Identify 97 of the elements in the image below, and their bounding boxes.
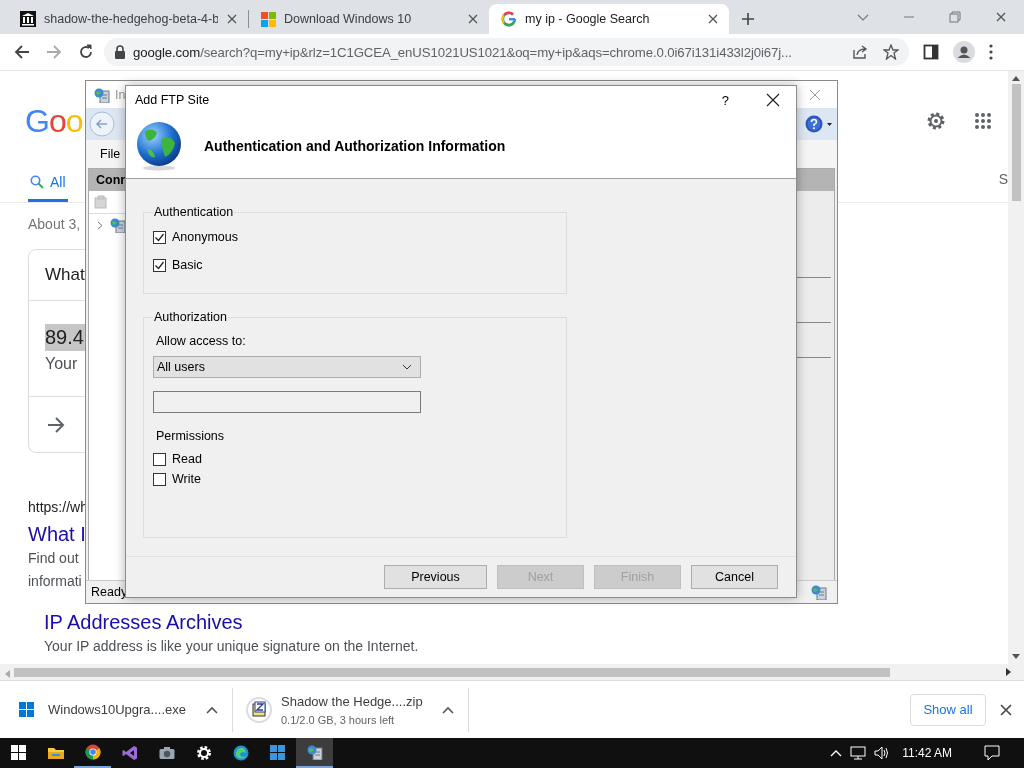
visual-studio-icon	[121, 745, 138, 761]
new-tab-icon[interactable]	[741, 12, 755, 26]
server-icon[interactable]	[110, 217, 126, 233]
chevron-down-icon	[402, 364, 412, 370]
caret-up-icon[interactable]	[206, 705, 218, 714]
window-title: In	[115, 87, 126, 102]
settings-icon	[195, 745, 212, 761]
browser-tab[interactable]: my ip - Google Search	[489, 4, 729, 34]
result-title-link[interactable]: What I	[28, 521, 86, 547]
checkbox-label: Basic	[172, 258, 203, 272]
edge-logo-icon	[232, 745, 249, 761]
search-tab[interactable]: All	[28, 164, 68, 202]
scrollbar-thumb[interactable]	[14, 667, 890, 677]
card-caption: Your	[45, 355, 78, 373]
download-item[interactable]: Windows10Upgra....exe	[0, 687, 233, 732]
lock-icon	[114, 45, 126, 59]
menu-icon[interactable]	[989, 44, 993, 60]
result-stats: About 3,	[28, 216, 81, 232]
side-panel-icon[interactable]	[923, 44, 939, 60]
camera-icon	[158, 745, 175, 761]
close-icon[interactable]	[766, 93, 780, 107]
result-snippet: Your IP address is like your unique signature on the Internet.	[44, 637, 419, 656]
checkmark-icon	[154, 231, 165, 243]
group-label: Authentication	[153, 205, 235, 219]
horizontal-scrollbar[interactable]	[0, 664, 1024, 680]
download-item[interactable]: Shadow the Hedge....zip 0.1/2.0 GB, 3 hours left	[233, 687, 469, 732]
taskbar-button[interactable]	[296, 738, 333, 768]
dialog-heading: Authentication and Authorization Information	[204, 138, 506, 154]
help-button[interactable]: ?	[715, 90, 735, 110]
download-status: 0.1/2.0 GB, 3 hours left	[281, 713, 396, 726]
browser-tab[interactable]: Download Windows 10	[249, 4, 489, 34]
share-icon[interactable]	[852, 44, 868, 60]
dialog-button[interactable]: Previous	[384, 565, 487, 589]
result-url: https://wh	[28, 499, 88, 515]
download-filename: Shadow the Hedge....zip	[281, 693, 423, 709]
download-filename: Windows10Upgra....exe	[48, 702, 186, 717]
access-dropdown[interactable]: All users	[153, 356, 421, 378]
zip-file-icon	[246, 696, 272, 723]
dialog-button[interactable]: Cancel	[691, 565, 778, 589]
chrome-logo-icon	[84, 744, 101, 760]
checkbox-label: Read	[172, 452, 202, 466]
star-icon[interactable]	[883, 44, 899, 60]
search-icon	[30, 174, 44, 189]
settings-icon[interactable]	[925, 110, 947, 132]
scrollbar-thumb[interactable]	[1011, 84, 1021, 201]
clock[interactable]: 11:42 AM	[902, 746, 952, 760]
result-snippet: Find out	[28, 549, 79, 568]
scroll-down-icon[interactable]	[1012, 654, 1020, 660]
browser-tab[interactable]: shadow-the-hedgehog-beta-4-b	[8, 4, 248, 34]
result-snippet: informati	[28, 572, 82, 591]
volume-icon[interactable]	[874, 746, 891, 760]
input-field[interactable]	[153, 391, 421, 413]
google-logo[interactable]: Goo	[25, 101, 83, 141]
network-icon[interactable]	[850, 746, 867, 760]
group-label: Authorization	[153, 310, 228, 324]
show-all-button[interactable]: Show all	[910, 693, 986, 726]
arrow-right-icon[interactable]	[47, 415, 65, 434]
globe-icon	[135, 121, 183, 171]
nav-label[interactable]: S	[998, 171, 1008, 187]
vertical-scrollbar[interactable]	[1008, 71, 1024, 664]
notification-icon[interactable]	[984, 745, 1000, 761]
caret-up-icon[interactable]	[442, 705, 454, 714]
status-text: Ready	[91, 585, 128, 599]
chevron-up-icon[interactable]	[830, 749, 843, 757]
checkbox[interactable]	[153, 452, 166, 466]
checkmark-icon	[154, 259, 165, 271]
checkbox[interactable]	[153, 472, 166, 486]
field-label: Allow access to:	[156, 334, 247, 348]
folder-icon	[47, 745, 64, 761]
dialog-title: Add FTP Site	[135, 93, 210, 107]
close-icon[interactable]	[1000, 703, 1012, 716]
museum-icon	[20, 11, 36, 27]
profile-icon[interactable]	[953, 41, 975, 63]
windows-logo-icon	[269, 745, 286, 761]
scroll-up-icon[interactable]	[1012, 75, 1020, 81]
checkbox[interactable]	[153, 230, 166, 244]
server-icon	[306, 744, 323, 760]
google-logo-icon	[501, 11, 517, 27]
menu-item[interactable]: File	[100, 147, 121, 161]
close-icon[interactable]	[707, 13, 719, 25]
back-arrow-icon[interactable]	[14, 44, 30, 60]
windows-logo-icon	[19, 702, 34, 717]
windows-logo-icon	[261, 11, 276, 27]
help-icon[interactable]	[805, 115, 833, 133]
apps-grid-icon[interactable]	[974, 112, 992, 130]
server-icon	[811, 584, 827, 600]
windows-logo-icon	[10, 745, 27, 761]
field-label: Permissions	[156, 429, 226, 443]
card-question: What'	[45, 265, 88, 285]
reload-icon[interactable]	[78, 44, 94, 60]
scroll-right-icon[interactable]	[1006, 668, 1012, 676]
checkbox-label: Anonymous	[172, 230, 238, 244]
checkbox[interactable]	[153, 258, 166, 272]
server-icon	[94, 86, 110, 103]
checkbox-label: Write	[172, 472, 201, 486]
address-bar[interactable]: google.com/search?q=my+ip&rlz=1C1GCEA_enUS1021US1021&oq=my+ip&aqs=chrome.0.0i67i131i433l2j0i67j...	[104, 38, 909, 66]
result-title-link[interactable]: IP Addresses Archives	[44, 609, 243, 635]
